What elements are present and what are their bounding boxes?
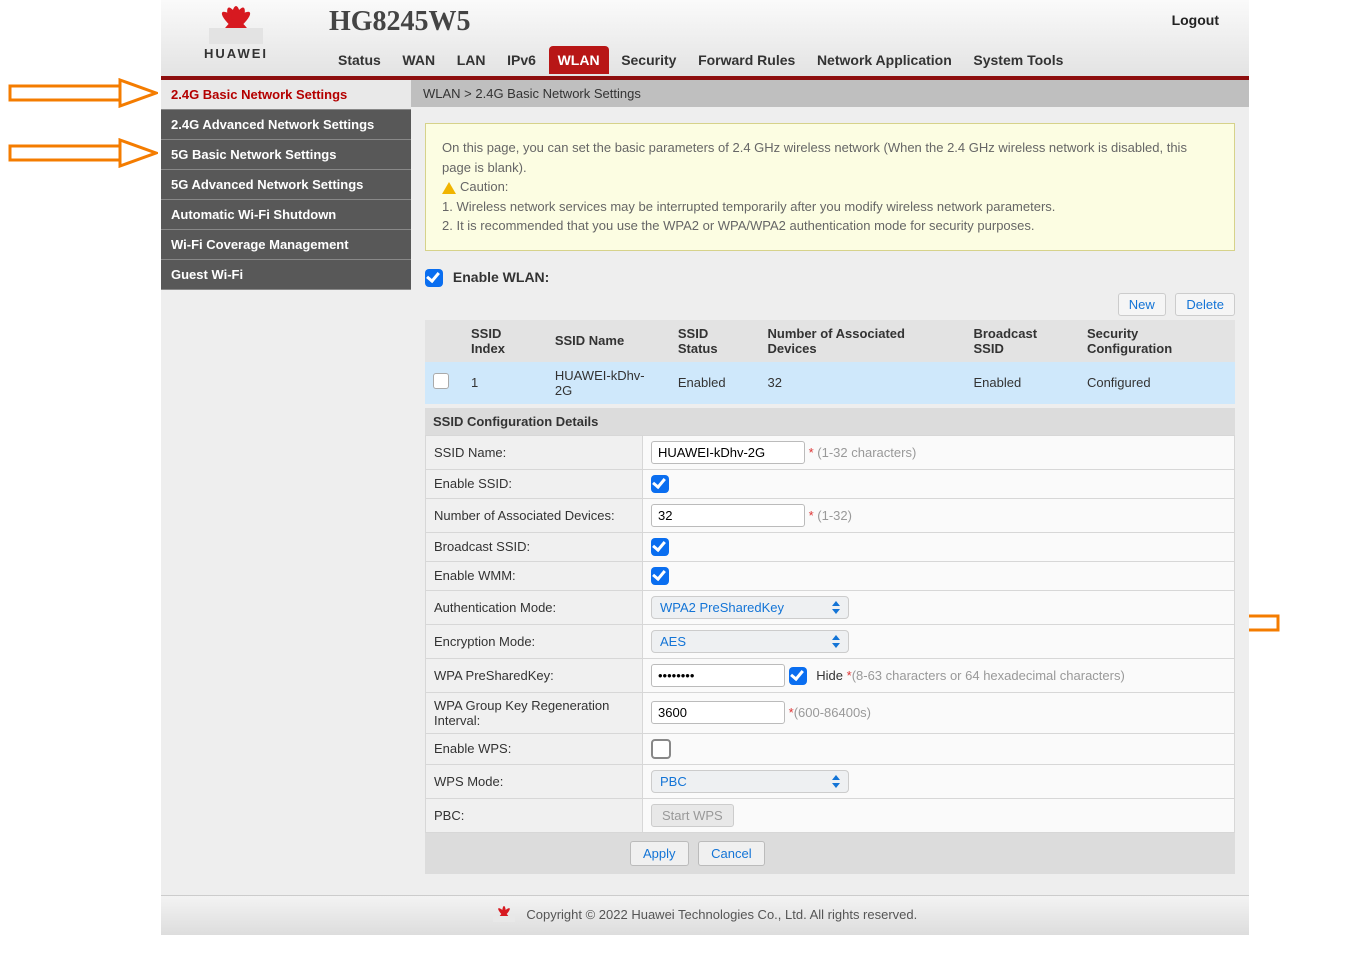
enc-mode-select[interactable]: AES [651,630,849,653]
wps-mode-select[interactable]: PBC [651,770,849,793]
cancel-button[interactable]: Cancel [698,841,764,866]
cell-devices: 32 [759,362,965,404]
header-bar: HUAWEI HG8245W5 Logout Status WAN LAN IP… [161,0,1249,80]
label-psk: WPA PreSharedKey: [426,658,643,692]
brand-text: HUAWEI [191,46,281,61]
nav-systools[interactable]: System Tools [964,46,1072,74]
col-ssid-status: SSID Status [670,320,760,362]
psk-hide-label: Hide [816,668,843,683]
hint-group-key: (600-86400s) [794,705,871,720]
notice-line-2: 2. It is recommended that you use the WP… [442,216,1218,236]
enable-wlan-label: Enable WLAN: [453,269,549,285]
cell-index: 1 [463,362,547,404]
enable-wlan-checkbox[interactable] [425,269,443,287]
caution-icon [442,182,456,194]
nav-security[interactable]: Security [612,46,685,74]
label-enable-wps: Enable WPS: [426,733,643,764]
col-ssid-index: SSID Index [463,320,547,362]
nav-wan[interactable]: WAN [393,46,444,74]
sidebar-item-5g-advanced[interactable]: 5G Advanced Network Settings [161,170,411,200]
new-button[interactable]: New [1118,293,1166,316]
label-ssid-name: SSID Name: [426,435,643,469]
section-ssid-config: SSID Configuration Details [425,408,1235,435]
ssid-table: SSID Index SSID Name SSID Status Number … [425,320,1235,404]
label-auth-mode: Authentication Mode: [426,590,643,624]
enable-wmm-checkbox[interactable] [651,567,669,585]
label-group-key: WPA Group Key Regeneration Interval: [426,692,643,733]
num-devices-input[interactable] [651,504,805,527]
logout-link[interactable]: Logout [1172,12,1219,28]
sidebar-item-wifi-coverage[interactable]: Wi-Fi Coverage Management [161,230,411,260]
cell-security: Configured [1079,362,1235,404]
nav-lan[interactable]: LAN [448,46,495,74]
label-broadcast-ssid: Broadcast SSID: [426,532,643,561]
group-key-input[interactable] [651,701,785,724]
psk-hide-checkbox[interactable] [789,667,807,685]
col-broadcast: Broadcast SSID [965,320,1078,362]
enable-ssid-checkbox[interactable] [651,475,669,493]
ssid-row[interactable]: 1 HUAWEI-kDhv-2G Enabled 32 Enabled Conf… [425,362,1235,404]
main-nav: Status WAN LAN IPv6 WLAN Security Forwar… [329,46,1072,74]
sidebar-item-5g-basic[interactable]: 5G Basic Network Settings [161,140,411,170]
annotation-arrow-sidebar-2 [8,138,158,168]
breadcrumb: WLAN > 2.4G Basic Network Settings [411,80,1249,107]
cell-name: HUAWEI-kDhv-2G [547,362,670,404]
notice-intro: On this page, you can set the basic para… [442,138,1218,177]
enable-wps-checkbox[interactable] [651,739,671,759]
sidebar-item-auto-wifi-shutdown[interactable]: Automatic Wi-Fi Shutdown [161,200,411,230]
huawei-logo-icon [209,4,263,44]
notice-line-1: 1. Wireless network services may be inte… [442,197,1218,217]
label-enable-wmm: Enable WMM: [426,561,643,590]
col-security: Security Configuration [1079,320,1235,362]
sidebar-item-24g-advanced[interactable]: 2.4G Advanced Network Settings [161,110,411,140]
col-num-devices: Number of Associated Devices [759,320,965,362]
label-pbc: PBC: [426,798,643,832]
psk-input[interactable] [651,664,785,687]
delete-button[interactable]: Delete [1175,293,1235,316]
content-pane: WLAN > 2.4G Basic Network Settings On th… [411,80,1249,895]
label-enc-mode: Encryption Mode: [426,624,643,658]
hint-ssid-name: (1-32 characters) [817,445,916,460]
footer: Copyright © 2022 Huawei Technologies Co.… [161,895,1249,935]
cell-broadcast: Enabled [965,362,1078,404]
hint-psk: (8-63 characters or 64 hexadecimal chara… [852,668,1125,683]
label-enable-ssid: Enable SSID: [426,469,643,498]
footer-text: Copyright © 2022 Huawei Technologies Co.… [526,907,917,922]
col-ssid-name: SSID Name [547,320,670,362]
ssid-config-form: SSID Name: * (1-32 characters) Enable SS… [425,435,1235,833]
sidebar-item-guest-wifi[interactable]: Guest Wi-Fi [161,260,411,290]
cell-status: Enabled [670,362,760,404]
nav-ipv6[interactable]: IPv6 [498,46,545,74]
sidebar-item-24g-basic[interactable]: 2.4G Basic Network Settings [161,80,411,110]
nav-forward[interactable]: Forward Rules [689,46,804,74]
broadcast-ssid-checkbox[interactable] [651,538,669,556]
brand-logo: HUAWEI [191,4,281,61]
auth-mode-select[interactable]: WPA2 PreSharedKey [651,596,849,619]
nav-wlan[interactable]: WLAN [549,46,609,74]
footer-logo-icon [493,906,515,925]
label-wps-mode: WPS Mode: [426,764,643,798]
start-wps-button[interactable]: Start WPS [651,804,734,827]
ssid-row-checkbox[interactable] [433,373,449,389]
model-name: HG8245W5 [329,6,471,38]
ssid-name-input[interactable] [651,441,805,464]
nav-netapp[interactable]: Network Application [808,46,961,74]
nav-status[interactable]: Status [329,46,390,74]
caution-label: Caution: [460,179,508,194]
label-num-devices: Number of Associated Devices: [426,498,643,532]
sidebar: 2.4G Basic Network Settings 2.4G Advance… [161,80,411,895]
notice-box: On this page, you can set the basic para… [425,123,1235,251]
annotation-arrow-sidebar-1 [8,78,158,108]
apply-button[interactable]: Apply [630,841,689,866]
hint-num-devices: (1-32) [817,508,852,523]
